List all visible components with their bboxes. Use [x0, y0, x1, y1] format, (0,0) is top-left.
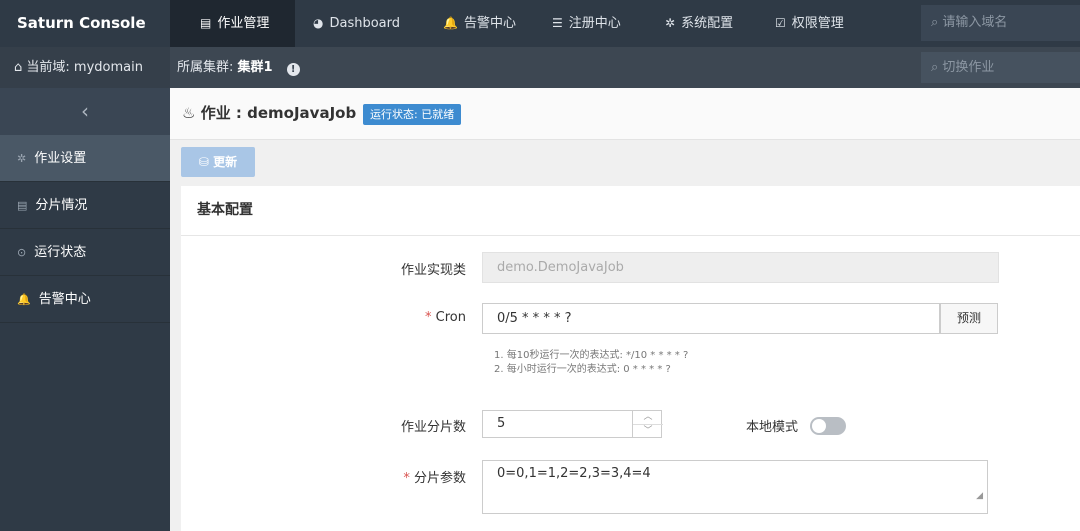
- predict-button[interactable]: 预测: [940, 303, 998, 334]
- main-nav: ▤ 作业管理 ◕ Dashboard 🔔 告警中心 ☰ 注册中心 ✲ 系统配置 ☑ 权限管理: [170, 0, 868, 47]
- nav-item-job-management[interactable]: ▤ 作业管理: [170, 0, 295, 47]
- pie-chart-icon: ◕: [313, 16, 324, 30]
- domain-search-input[interactable]: ⌕ 请输入域名: [921, 5, 1080, 41]
- bell-icon: 🔔: [443, 16, 458, 30]
- current-domain[interactable]: ⌂ 当前域: mydomain: [0, 47, 170, 88]
- checkbox-icon: ☑: [775, 16, 786, 30]
- cron-label: * Cron: [425, 310, 466, 325]
- circle-dot-icon: ⊙: [17, 246, 27, 259]
- required-marker: *: [425, 310, 432, 325]
- chevron-up-icon[interactable]: ︿: [633, 411, 663, 425]
- bell-icon: 🔔: [17, 293, 31, 306]
- nav-item-registry-center[interactable]: ☰ 注册中心: [535, 0, 647, 47]
- sidebar-item-job-settings[interactable]: ✲ 作业设置: [0, 135, 170, 182]
- chevron-down-icon[interactable]: ﹀: [633, 425, 663, 437]
- page-title: ♨ 作业 : demoJavaJob: [182, 104, 357, 122]
- local-mode-toggle[interactable]: [810, 417, 846, 435]
- cron-input[interactable]: 0/5 * * * * ?: [482, 303, 940, 334]
- chevron-left-icon: ‹: [81, 99, 89, 123]
- context-bar: ⌂ 当前域: mydomain 所属集群: 集群1 ! ⌕ 切换作业: [0, 47, 1080, 88]
- cluster-info: 所属集群: 集群1 !: [177, 47, 300, 88]
- switch-job-input[interactable]: ⌕ 切换作业: [921, 52, 1080, 83]
- search-icon: ⌕: [931, 60, 939, 75]
- shard-count-input[interactable]: 5 ︿ ﹀: [482, 410, 663, 438]
- nav-item-alarm-center[interactable]: 🔔 告警中心: [423, 0, 535, 47]
- sidebar: ‹ ✲ 作业设置 ▤ 分片情况 ⊙ 运行状态 🔔 告警中心: [0, 88, 170, 531]
- basic-config-panel: 基本配置 作业实现类 demo.DemoJavaJob * Cron 0/5 *…: [181, 186, 1080, 531]
- sidebar-item-sharding[interactable]: ▤ 分片情况: [0, 182, 170, 229]
- server-icon: ☰: [552, 16, 563, 30]
- database-icon: ⛁: [198, 155, 209, 169]
- app-title[interactable]: Saturn Console: [0, 0, 170, 47]
- list-icon: ▤: [200, 16, 212, 30]
- top-navbar: Saturn Console ▤ 作业管理 ◕ Dashboard 🔔 告警中心 ☰ 注…: [0, 0, 1080, 47]
- cron-hint-2: 2. 每小时运行一次的表达式: 0 * * * * ?: [494, 364, 671, 375]
- main-content: ♨ 作业 : demoJavaJob 运行状态: 已就绪 ⛁ 更新 基本配置 作…: [170, 88, 1080, 531]
- job-header: ♨ 作业 : demoJavaJob 运行状态: 已就绪: [170, 88, 1080, 140]
- shard-count-label: 作业分片数: [400, 420, 466, 435]
- list-icon: ▤: [17, 199, 28, 212]
- cron-hint-1: 1. 每10秒运行一次的表达式: */10 * * * * ?: [494, 350, 689, 361]
- resize-handle-icon[interactable]: ◢: [976, 483, 983, 509]
- search-icon: ⌕: [931, 15, 939, 30]
- quantity-stepper[interactable]: ︿ ﹀: [632, 411, 663, 437]
- update-button[interactable]: ⛁ 更新: [181, 147, 255, 177]
- local-mode-label: 本地模式: [745, 420, 798, 435]
- shard-params-label: * 分片参数: [403, 471, 466, 486]
- info-icon[interactable]: !: [286, 63, 300, 76]
- gear-icon: ✲: [17, 152, 27, 165]
- nav-item-dashboard[interactable]: ◕ Dashboard: [295, 0, 423, 47]
- home-icon: ⌂: [14, 60, 23, 75]
- shard-params-textarea[interactable]: 0=0,1=1,2=2,3=3,4=4 ◢: [482, 460, 988, 514]
- sidebar-item-run-status[interactable]: ⊙ 运行状态: [0, 229, 170, 276]
- nav-item-system-config[interactable]: ✲ 系统配置: [647, 0, 758, 47]
- section-title: 基本配置: [181, 186, 1080, 236]
- impl-class-field: demo.DemoJavaJob: [482, 252, 999, 283]
- status-badge: 运行状态: 已就绪: [363, 104, 462, 125]
- java-icon: ♨: [182, 104, 196, 122]
- required-marker: *: [403, 471, 410, 486]
- gear-icon: ✲: [665, 16, 676, 30]
- collapse-sidebar-button[interactable]: ‹: [0, 88, 170, 135]
- impl-class-label: 作业实现类: [400, 263, 466, 278]
- toggle-knob: [812, 419, 826, 433]
- nav-item-permission-management[interactable]: ☑ 权限管理: [758, 0, 868, 47]
- sidebar-item-alarm-center[interactable]: 🔔 告警中心: [0, 276, 170, 323]
